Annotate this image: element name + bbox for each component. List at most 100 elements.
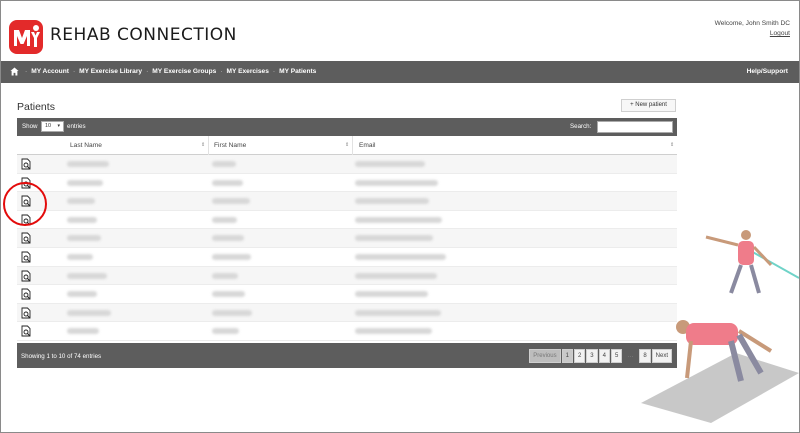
- nav-item-my-exercise-groups[interactable]: MY Exercise Groups: [152, 68, 216, 75]
- nav-item-my-exercises[interactable]: MY Exercises: [226, 68, 268, 75]
- search-label: Search:: [570, 123, 592, 130]
- table-row[interactable]: [17, 192, 677, 211]
- column-divider: [208, 136, 209, 155]
- view-patient-icon[interactable]: [20, 325, 32, 337]
- main-nav: · MY Account · MY Exercise Library · MY …: [1, 61, 799, 83]
- email-cell: [355, 179, 438, 186]
- last-name-cell: [67, 309, 111, 316]
- page-size-select[interactable]: 10 ▾: [41, 121, 64, 132]
- nav-separator: ·: [72, 68, 76, 75]
- page-size-value: 10: [45, 123, 52, 129]
- sort-icon[interactable]: ⇕: [201, 142, 205, 148]
- table-row[interactable]: [17, 229, 677, 248]
- email-cell: [355, 291, 428, 298]
- search-input[interactable]: [597, 121, 673, 133]
- email-cell: [355, 198, 429, 205]
- last-name-cell: [67, 161, 109, 167]
- view-patient-icon[interactable]: [20, 307, 32, 319]
- logo-my-mark: [14, 25, 40, 47]
- previous-page-button[interactable]: Previous: [529, 349, 561, 363]
- email-cell: [355, 216, 442, 223]
- last-name-cell: [67, 272, 107, 279]
- nav-separator: ·: [146, 68, 149, 75]
- table-row[interactable]: [17, 322, 677, 341]
- email-cell: [355, 328, 432, 335]
- view-patient-icon[interactable]: [20, 214, 32, 226]
- logout-link[interactable]: Logout: [770, 30, 790, 37]
- page-button-4[interactable]: 4: [598, 349, 610, 363]
- table-row[interactable]: [17, 155, 677, 174]
- email-cell: [355, 272, 437, 279]
- view-patient-icon[interactable]: [20, 158, 32, 170]
- nav-item-my-patients[interactable]: MY Patients: [279, 68, 316, 75]
- nav-separator: ·: [25, 68, 28, 75]
- email-cell: [355, 309, 441, 316]
- table-row[interactable]: [17, 303, 677, 323]
- entries-label: entries: [67, 123, 86, 130]
- table-row[interactable]: [17, 174, 677, 193]
- table-row[interactable]: [17, 266, 677, 286]
- first-name-cell: [212, 216, 237, 223]
- first-name-cell: [212, 235, 244, 242]
- column-header-first-name[interactable]: First Name: [214, 142, 246, 149]
- patients-table: Last Name ⇕ First Name ⇕ Email ⇕: [17, 136, 677, 341]
- header: REHAB CONNECTION Welcome, John Smith DC …: [1, 1, 799, 61]
- page-button-3[interactable]: 3: [586, 349, 598, 363]
- last-name-cell: [67, 291, 97, 298]
- nav-item-my-exercise-library[interactable]: MY Exercise Library: [79, 68, 142, 75]
- table-row[interactable]: [17, 248, 677, 267]
- email-cell: [355, 253, 446, 260]
- home-icon[interactable]: [10, 67, 19, 76]
- page-button-5[interactable]: 5: [610, 349, 623, 363]
- table-footer: Showing 1 to 10 of 74 entries Previous 1…: [17, 343, 677, 368]
- brand-name: REHAB CONNECTION: [50, 25, 237, 45]
- table-toolbar: Show 10 ▾ entries Search:: [17, 118, 677, 136]
- help-support-link[interactable]: Help/Support: [747, 68, 788, 75]
- email-cell: [355, 161, 425, 167]
- page-title: Patients: [17, 101, 55, 113]
- table-row[interactable]: [17, 285, 677, 304]
- table-row[interactable]: [17, 211, 677, 230]
- first-name-cell: [212, 253, 251, 260]
- view-patient-icon[interactable]: [20, 288, 32, 300]
- first-name-cell: [212, 309, 252, 316]
- last-name-cell: [67, 179, 103, 186]
- sort-icon[interactable]: ⇕: [670, 142, 674, 148]
- sort-icon[interactable]: ⇕: [345, 142, 349, 148]
- column-header-email[interactable]: Email: [359, 142, 376, 149]
- pagination-ellipsis: …: [627, 353, 634, 359]
- column-divider: [352, 136, 353, 155]
- last-name-cell: [67, 235, 101, 242]
- nav-item-my-account[interactable]: MY Account: [31, 68, 69, 75]
- first-name-cell: [212, 161, 236, 167]
- entries-info: Showing 1 to 10 of 74 entries: [21, 353, 102, 360]
- email-cell: [355, 235, 433, 242]
- first-name-cell: [212, 198, 250, 205]
- logo-badge[interactable]: [9, 20, 43, 54]
- last-name-cell: [67, 198, 95, 205]
- column-header-last-name[interactable]: Last Name: [70, 142, 102, 149]
- chevron-down-icon: ▾: [57, 123, 60, 129]
- view-patient-icon[interactable]: [20, 232, 32, 244]
- nav-items: · MY Account · MY Exercise Library · MY …: [21, 68, 316, 75]
- first-name-cell: [212, 179, 243, 186]
- table-body: [17, 155, 677, 341]
- new-patient-button[interactable]: + New patient: [621, 99, 676, 112]
- exercise-illustration: [641, 230, 799, 423]
- first-name-cell: [212, 328, 239, 335]
- nav-separator: ·: [220, 68, 223, 75]
- nav-separator: ·: [272, 68, 276, 75]
- first-name-cell: [212, 291, 245, 298]
- welcome-text: Welcome, John Smith DC: [714, 20, 790, 27]
- last-name-cell: [67, 216, 97, 223]
- page-button-1[interactable]: 1: [561, 349, 573, 363]
- first-name-cell: [212, 272, 238, 279]
- table-header: Last Name ⇕ First Name ⇕ Email ⇕: [17, 136, 677, 155]
- page-button-2[interactable]: 2: [573, 349, 586, 363]
- view-patient-icon[interactable]: [20, 195, 32, 207]
- view-patient-icon[interactable]: [20, 270, 32, 282]
- view-patient-icon[interactable]: [20, 251, 32, 263]
- last-name-cell: [67, 328, 99, 335]
- last-name-cell: [67, 253, 93, 260]
- view-patient-icon[interactable]: [20, 177, 32, 189]
